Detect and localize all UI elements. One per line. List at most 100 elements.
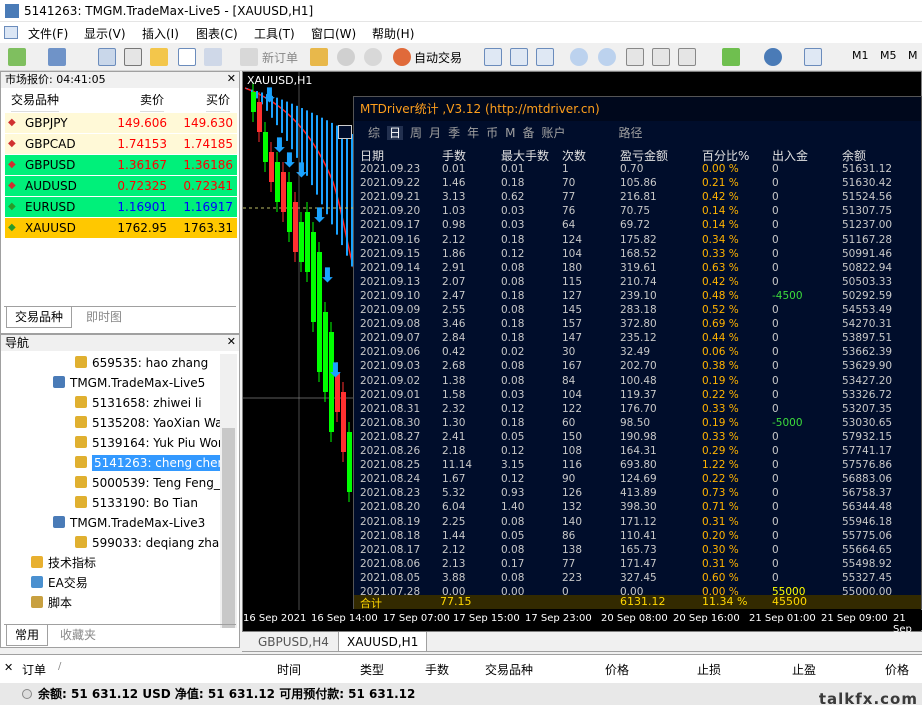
timeframe-m15[interactable]: M: [908, 49, 918, 62]
tester-icon[interactable]: [204, 48, 222, 66]
nav-item-label: 技术指标: [48, 556, 97, 570]
tab-tick-chart[interactable]: 即时图: [78, 307, 130, 328]
tab-common[interactable]: 常用: [6, 625, 49, 646]
panel-toggle-icon[interactable]: [338, 125, 352, 139]
indicators-icon[interactable]: [722, 48, 740, 66]
col-symbol[interactable]: 交易品种: [485, 661, 533, 678]
menu-file[interactable]: 文件(F): [28, 25, 68, 42]
title-bar: 5141263: TMGM.TradeMax-Live5 - [XAUUSD,H…: [0, 0, 922, 22]
col-lots[interactable]: 手数: [425, 661, 449, 678]
col-symbol[interactable]: 交易品种: [11, 89, 60, 112]
zoom-out-icon[interactable]: [598, 48, 616, 66]
col-price-current[interactable]: 价格: [885, 661, 909, 678]
bar-chart-icon[interactable]: [484, 48, 502, 66]
tab-gbpusd-h4[interactable]: GBPUSD,H4: [250, 632, 337, 652]
close-icon[interactable]: ✕: [227, 72, 236, 85]
zoom-in-icon[interactable]: [570, 48, 588, 66]
crosshair-icon[interactable]: [124, 48, 142, 66]
stats-cell: 0.18: [501, 332, 525, 345]
close-icon[interactable]: ✕: [227, 335, 236, 348]
menu-window[interactable]: 窗口(W): [311, 25, 356, 42]
menu-view[interactable]: 显示(V): [84, 25, 126, 42]
timeframe-m5[interactable]: M5: [880, 49, 897, 62]
col-ask[interactable]: 买价: [206, 89, 231, 112]
nav-item[interactable]: 5141263: cheng chen: [75, 453, 228, 473]
stats-tab[interactable]: 季: [448, 126, 460, 140]
col-type[interactable]: 类型: [360, 661, 384, 678]
new-order-button[interactable]: 新订单: [262, 49, 298, 66]
nav-item[interactable]: 5139164: Yuk Piu Wor: [75, 433, 223, 453]
new-order-icon[interactable]: [240, 48, 258, 66]
new-chart-icon[interactable]: [8, 48, 26, 66]
stats-col-header: 日期: [360, 149, 385, 163]
col-bid[interactable]: 卖价: [140, 89, 165, 112]
auto-trading-icon[interactable]: [393, 48, 411, 66]
nav-item[interactable]: TMGM.TradeMax-Live5: [53, 373, 205, 393]
navigator-scrollbar[interactable]: [220, 354, 237, 628]
metaeditor-icon[interactable]: [310, 48, 328, 66]
nav-item[interactable]: 659535: hao zhang: [75, 353, 208, 373]
profiles-icon[interactable]: [48, 48, 66, 66]
stats-cell: 2.68: [442, 360, 466, 373]
stats-cell: 283.18: [620, 304, 657, 316]
nav-item[interactable]: 技术指标: [31, 553, 96, 573]
stats-cell: 2021.09.21: [360, 191, 421, 204]
stats-tab[interactable]: 周: [410, 126, 422, 140]
nav-item[interactable]: 5131658: zhiwei li: [75, 393, 202, 413]
quote-row[interactable]: ◆ GBPUSD 1.36167 1.36186: [5, 155, 237, 175]
tab-favorites[interactable]: 收藏夹: [52, 625, 104, 646]
col-time[interactable]: 时间: [277, 661, 301, 678]
menu-chart[interactable]: 图表(C): [196, 25, 238, 42]
stats-tab[interactable]: 备: [522, 126, 534, 140]
col-tp[interactable]: 止盈: [792, 661, 816, 678]
scrollbar-thumb[interactable]: [222, 428, 235, 628]
nav-item[interactable]: 5000539: Teng Feng_: [75, 473, 220, 493]
terminal-icon[interactable]: [178, 48, 196, 66]
menu-help[interactable]: 帮助(H): [372, 25, 414, 42]
col-sl[interactable]: 止损: [697, 661, 721, 678]
nav-item[interactable]: 脚本: [31, 593, 72, 613]
market-watch-icon[interactable]: [98, 48, 116, 66]
nav-item[interactable]: 599033: deqiang zhar: [75, 533, 224, 553]
stats-tab[interactable]: 路径: [619, 126, 643, 140]
col-order[interactable]: 订单: [22, 661, 46, 678]
quote-row[interactable]: ◆ AUDUSD 0.72325 0.72341: [5, 176, 237, 196]
tab-xauusd-h1[interactable]: XAUUSD,H1: [338, 632, 428, 652]
stats-tab[interactable]: 日: [387, 126, 404, 140]
nav-item[interactable]: EA交易: [31, 573, 88, 593]
nav-item[interactable]: TMGM.TradeMax-Live3: [53, 513, 205, 533]
signals-icon[interactable]: [337, 48, 355, 66]
col-price[interactable]: 价格: [605, 661, 629, 678]
stats-tab[interactable]: 年: [467, 126, 479, 140]
templates-icon[interactable]: [804, 48, 822, 66]
stats-tab[interactable]: 币: [486, 126, 498, 140]
auto-trading-button[interactable]: 自动交易: [414, 49, 462, 66]
timeframe-m1[interactable]: M1: [852, 49, 869, 62]
stats-cell: 0.08: [501, 543, 525, 556]
stats-tab[interactable]: M: [505, 126, 515, 140]
stats-tab[interactable]: 月: [429, 126, 441, 140]
tab-symbols[interactable]: 交易品种: [6, 307, 73, 328]
tile-windows-icon[interactable]: [626, 48, 644, 66]
menu-insert[interactable]: 插入(I): [142, 25, 179, 42]
nav-item[interactable]: 5135208: YaoXian Wa: [75, 413, 222, 433]
line-chart-icon[interactable]: [536, 48, 554, 66]
nav-item[interactable]: 5133190: Bo Tian: [75, 493, 198, 513]
quote-row[interactable]: ◆ XAUUSD 1762.95 1763.31: [5, 218, 237, 238]
stats-tab[interactable]: 账户: [541, 126, 565, 140]
candlestick-icon[interactable]: [510, 48, 528, 66]
close-icon[interactable]: ✕: [4, 661, 13, 674]
stats-cell: 0: [772, 402, 779, 415]
menu-tools[interactable]: 工具(T): [254, 25, 295, 42]
quote-row[interactable]: ◆ GBPCAD 1.74153 1.74185: [5, 134, 237, 154]
stats-cell: 0.20 %: [702, 529, 739, 542]
quote-row[interactable]: ◆ EURUSD 1.16901 1.16917: [5, 197, 237, 217]
market-icon[interactable]: [364, 48, 382, 66]
stats-cell: 124: [562, 233, 583, 246]
scroll-chart-icon[interactable]: [652, 48, 670, 66]
quote-row[interactable]: ◆ GBPJPY 149.606 149.630: [5, 113, 237, 133]
periods-icon[interactable]: [764, 48, 782, 66]
chart-shift-icon[interactable]: [678, 48, 696, 66]
stats-tab[interactable]: 综: [368, 126, 380, 140]
navigator-icon[interactable]: [150, 48, 168, 66]
